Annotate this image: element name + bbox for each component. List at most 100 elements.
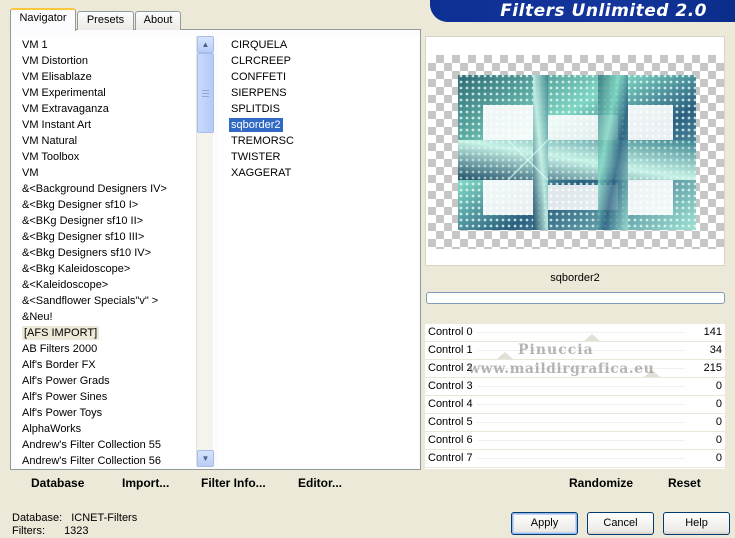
category-item[interactable]: &Neu! bbox=[22, 310, 53, 324]
filter-item[interactable]: sqborder2 bbox=[229, 118, 283, 132]
help-button[interactable]: Help bbox=[663, 512, 730, 535]
control-value: 34 bbox=[709, 344, 722, 356]
filter-item[interactable]: TREMORSC bbox=[231, 134, 294, 148]
category-item[interactable]: Alf's Power Sines bbox=[22, 390, 107, 404]
cancel-button[interactable]: Cancel bbox=[587, 512, 654, 535]
control-value: 0 bbox=[715, 380, 722, 392]
category-item[interactable]: &<Background Designers IV> bbox=[22, 182, 167, 196]
filter-item[interactable]: TWISTER bbox=[231, 150, 281, 164]
category-item[interactable]: AlphaWorks bbox=[22, 422, 81, 436]
scroll-up-button[interactable]: ▲ bbox=[197, 36, 214, 53]
preview-transparency-grid bbox=[428, 55, 724, 249]
control-label: Control 0 bbox=[428, 326, 473, 338]
slider-track[interactable] bbox=[477, 404, 685, 405]
preview-image bbox=[458, 75, 696, 230]
watermark-url: www.maildirgrafica.eu bbox=[468, 361, 655, 377]
slider-thumb[interactable] bbox=[584, 334, 600, 341]
category-item[interactable]: Andrew's Filter Collection 55 bbox=[22, 438, 161, 452]
slider-track[interactable] bbox=[477, 386, 685, 387]
filter-info-button[interactable]: Filter Info... bbox=[201, 476, 266, 490]
filter-item[interactable]: SIERPENS bbox=[231, 86, 287, 100]
category-item[interactable]: Alf's Power Grads bbox=[22, 374, 110, 388]
category-item[interactable]: &<Bkg Designers sf10 IV> bbox=[22, 246, 151, 260]
database-status-label: Database: bbox=[12, 512, 63, 524]
category-scrollbar[interactable]: ▲ ▼ bbox=[196, 36, 214, 467]
reset-button[interactable]: Reset bbox=[668, 476, 701, 490]
control-row[interactable]: Control 3 0 bbox=[425, 378, 725, 396]
category-list[interactable]: VM 1 VM Distortion VM Elisablaze VM Experim… bbox=[15, 36, 214, 467]
category-item[interactable]: AB Filters 2000 bbox=[22, 342, 97, 356]
apply-button[interactable]: Apply bbox=[511, 512, 578, 535]
chevron-up-icon: ▲ bbox=[201, 40, 210, 49]
control-row[interactable]: Control 0 141 bbox=[425, 324, 725, 342]
category-item[interactable]: VM Instant Art bbox=[22, 118, 91, 132]
slider-thumb[interactable] bbox=[496, 352, 513, 359]
category-item[interactable]: &<Kaleidoscope> bbox=[22, 278, 108, 292]
selected-filter-label: sqborder2 bbox=[550, 272, 600, 284]
preview-area bbox=[425, 36, 725, 266]
category-item[interactable]: &<Bkg Designer sf10 III> bbox=[22, 230, 144, 244]
scroll-down-button[interactable]: ▼ bbox=[197, 450, 214, 467]
control-value: 0 bbox=[715, 452, 722, 464]
progress-bar bbox=[426, 292, 725, 304]
filters-status: Filters: 1323 bbox=[12, 525, 89, 537]
category-item[interactable]: Alf's Power Toys bbox=[22, 406, 102, 420]
tab-presets[interactable]: Presets bbox=[77, 11, 134, 30]
filter-item[interactable]: CONFFETI bbox=[231, 70, 286, 84]
control-value: 141 bbox=[703, 326, 722, 338]
database-button[interactable]: Database bbox=[31, 476, 84, 490]
filter-item[interactable]: XAGGERAT bbox=[231, 166, 291, 180]
category-item[interactable]: Alf's Border FX bbox=[22, 358, 96, 372]
filter-item[interactable]: CLRCREEP bbox=[231, 54, 291, 68]
window-title: Filters Unlimited 2.0 bbox=[500, 1, 707, 21]
control-label: Control 2 bbox=[428, 362, 473, 374]
category-item[interactable]: &<Bkg Kaleidoscope> bbox=[22, 262, 130, 276]
category-item[interactable]: &<Sandflower Specials"v" > bbox=[22, 294, 158, 308]
filter-item[interactable]: CIRQUELA bbox=[231, 38, 287, 52]
filter-item[interactable]: SPLITDIS bbox=[231, 102, 280, 116]
control-label: Control 3 bbox=[428, 380, 473, 392]
chevron-down-icon: ▼ bbox=[201, 454, 210, 463]
slider-track[interactable] bbox=[477, 332, 685, 333]
tab-about[interactable]: About bbox=[135, 11, 181, 30]
filters-status-label: Filters: bbox=[12, 525, 45, 537]
control-label: Control 1 bbox=[428, 344, 473, 356]
filters-status-value: 1323 bbox=[64, 525, 89, 537]
control-label: Control 6 bbox=[428, 434, 473, 446]
category-item[interactable]: [AFS IMPORT] bbox=[22, 326, 100, 340]
control-value: 0 bbox=[715, 416, 722, 428]
database-status: Database: ICNET-Filters bbox=[12, 512, 137, 524]
control-value: 215 bbox=[703, 362, 722, 374]
control-label: Control 5 bbox=[428, 416, 473, 428]
control-value: 0 bbox=[715, 434, 722, 446]
control-row[interactable]: Control 4 0 bbox=[425, 396, 725, 414]
import-button[interactable]: Import... bbox=[122, 476, 169, 490]
category-item[interactable]: Andrew's Filter Collection 56 bbox=[22, 454, 161, 467]
category-item[interactable]: VM bbox=[22, 166, 39, 180]
filter-list[interactable]: CIRQUELA CLRCREEP CONFFETI SIERPENS SPLITDIS… bbox=[219, 36, 419, 467]
category-item[interactable]: &<BKg Designer sf10 II> bbox=[22, 214, 143, 228]
title-banner: Filters Unlimited 2.0 bbox=[430, 0, 735, 22]
control-label: Control 7 bbox=[428, 452, 473, 464]
category-item[interactable]: VM Experimental bbox=[22, 86, 106, 100]
control-row[interactable]: Control 6 0 bbox=[425, 432, 725, 450]
slider-track[interactable] bbox=[477, 422, 685, 423]
category-item[interactable]: &<Bkg Designer sf10 I> bbox=[22, 198, 138, 212]
slider-track[interactable] bbox=[477, 458, 685, 459]
category-item[interactable]: VM Extravaganza bbox=[22, 102, 109, 116]
editor-button[interactable]: Editor... bbox=[298, 476, 342, 490]
database-status-value: ICNET-Filters bbox=[71, 512, 138, 524]
control-label: Control 4 bbox=[428, 398, 473, 410]
watermark-name: Pinuccia bbox=[518, 342, 594, 358]
control-row[interactable]: Control 7 0 bbox=[425, 450, 725, 468]
control-row[interactable]: Control 5 0 bbox=[425, 414, 725, 432]
tab-navigator[interactable]: Navigator bbox=[10, 8, 76, 31]
category-item[interactable]: VM Toolbox bbox=[22, 150, 79, 164]
scroll-thumb[interactable] bbox=[197, 53, 214, 133]
randomize-button[interactable]: Randomize bbox=[569, 476, 633, 490]
category-item[interactable]: VM Natural bbox=[22, 134, 77, 148]
category-item[interactable]: VM 1 bbox=[22, 38, 48, 52]
category-item[interactable]: VM Distortion bbox=[22, 54, 88, 68]
category-item[interactable]: VM Elisablaze bbox=[22, 70, 92, 84]
slider-track[interactable] bbox=[477, 440, 685, 441]
